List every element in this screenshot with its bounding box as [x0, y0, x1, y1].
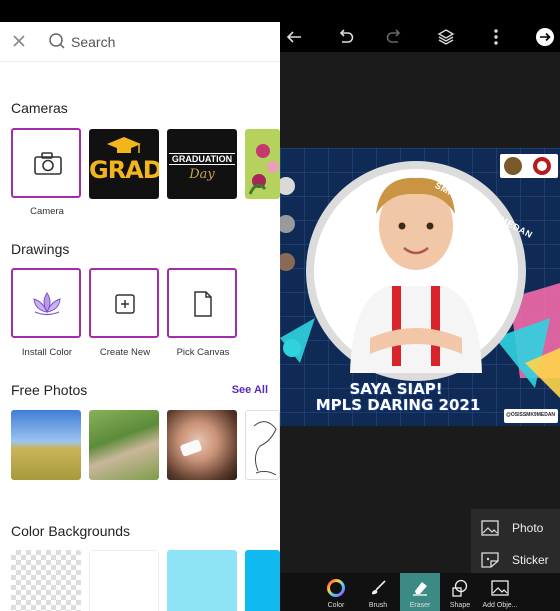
grad-sticker-tile[interactable]: GRAD: [89, 129, 159, 199]
tool-brush-label: Brush: [368, 602, 388, 609]
photo-field-tile[interactable]: [11, 410, 81, 480]
more-icon[interactable]: [486, 27, 506, 47]
tool-color-label: Color: [327, 602, 345, 609]
grad-text: GRAD: [89, 156, 159, 184]
install-color-label: Install Color: [21, 347, 73, 358]
sketch-icon: [253, 421, 277, 476]
tool-add-object[interactable]: Add Obje...: [480, 573, 520, 611]
pick-canvas-tile[interactable]: [167, 268, 237, 338]
color-wheel-icon: [327, 579, 345, 597]
see-all-link[interactable]: See All: [232, 384, 268, 396]
plus-box-icon: [115, 294, 135, 314]
pick-canvas-label: Pick Canvas: [176, 347, 230, 358]
install-color-tile[interactable]: [11, 268, 81, 338]
transparent-bg-tile[interactable]: [11, 550, 81, 611]
next-icon[interactable]: [535, 27, 555, 47]
create-new-tile[interactable]: [89, 268, 159, 338]
headline-line2: MPLS DARING 2021: [315, 396, 481, 414]
brush-icon: [372, 580, 386, 595]
tool-add-object-label: Add Obje...: [482, 602, 518, 609]
edited-image-canvas[interactable]: SMK NEGERI 9 MEDAN SAYA SIAP! MPLS DARIN…: [280, 148, 560, 426]
add-object-popup: Photo Sticker: [471, 509, 560, 575]
camera-tile[interactable]: [11, 128, 81, 198]
tool-eraser-label: Eraser: [409, 602, 431, 609]
floral-tile[interactable]: [245, 129, 280, 199]
layers-icon[interactable]: [436, 27, 456, 47]
instagram-handle: @OSISSMK9MEDAN: [506, 412, 556, 418]
shape-icon: [452, 579, 468, 597]
section-title-drawings: Drawings: [11, 241, 70, 257]
add-content-panel: Search Cameras Camera GRAD GRADUATION Da…: [0, 22, 280, 611]
back-arrow-icon[interactable]: [284, 27, 304, 47]
document-icon: [194, 291, 212, 317]
camera-label: Camera: [30, 206, 64, 217]
section-title-color-backgrounds: Color Backgrounds: [11, 523, 131, 539]
status-bar: [0, 0, 560, 22]
editor-toolbar: [280, 22, 560, 52]
eraser-icon: [413, 582, 427, 596]
graduation-day-tile[interactable]: GRADUATION Day: [167, 129, 237, 199]
close-icon[interactable]: [10, 32, 28, 50]
tool-brush[interactable]: Brush: [358, 573, 398, 611]
tool-color[interactable]: Color: [316, 573, 356, 611]
app-screen: Search Cameras Camera GRAD GRADUATION Da…: [0, 0, 560, 611]
section-title-cameras: Cameras: [11, 100, 68, 116]
editor-panel: SMK NEGERI 9 MEDAN SAYA SIAP! MPLS DARIN…: [280, 22, 560, 611]
blue-bg-tile[interactable]: [245, 550, 280, 611]
photo-portrait-tile[interactable]: [167, 410, 237, 480]
tool-shape-label: Shape: [449, 602, 471, 609]
search-bar: Search: [0, 22, 280, 62]
white-bg-tile[interactable]: [89, 550, 159, 611]
popup-sticker-label: Sticker: [512, 553, 549, 567]
photo-sketch-tile[interactable]: [245, 410, 280, 480]
tool-eraser[interactable]: Eraser: [400, 573, 440, 611]
sticker-icon: [481, 552, 499, 568]
search-input[interactable]: Search: [71, 34, 115, 50]
redo-icon[interactable]: [385, 27, 405, 47]
lotus-icon: [33, 292, 61, 316]
popup-item-sticker[interactable]: Sticker: [481, 549, 559, 575]
popup-photo-label: Photo: [512, 521, 544, 535]
search-icon: [49, 33, 65, 49]
add-object-icon: [491, 580, 509, 596]
flower-icon: [248, 144, 279, 195]
graduation-sub: Day: [189, 167, 215, 182]
undo-icon[interactable]: [335, 27, 355, 47]
create-new-label: Create New: [99, 347, 151, 358]
photo-garden-tile[interactable]: [89, 410, 159, 480]
light-blue-bg-tile[interactable]: [167, 550, 237, 611]
camera-icon: [34, 152, 62, 175]
tool-bar: Color Brush Eraser Shape Add Obje...: [280, 573, 560, 611]
section-title-free-photos: Free Photos: [11, 382, 88, 398]
popup-item-photo[interactable]: Photo: [481, 517, 559, 543]
photo-icon: [481, 520, 499, 536]
face-mask-shape: [179, 438, 203, 458]
graduation-text: GRADUATION: [169, 153, 235, 165]
tool-shape[interactable]: Shape: [440, 573, 480, 611]
